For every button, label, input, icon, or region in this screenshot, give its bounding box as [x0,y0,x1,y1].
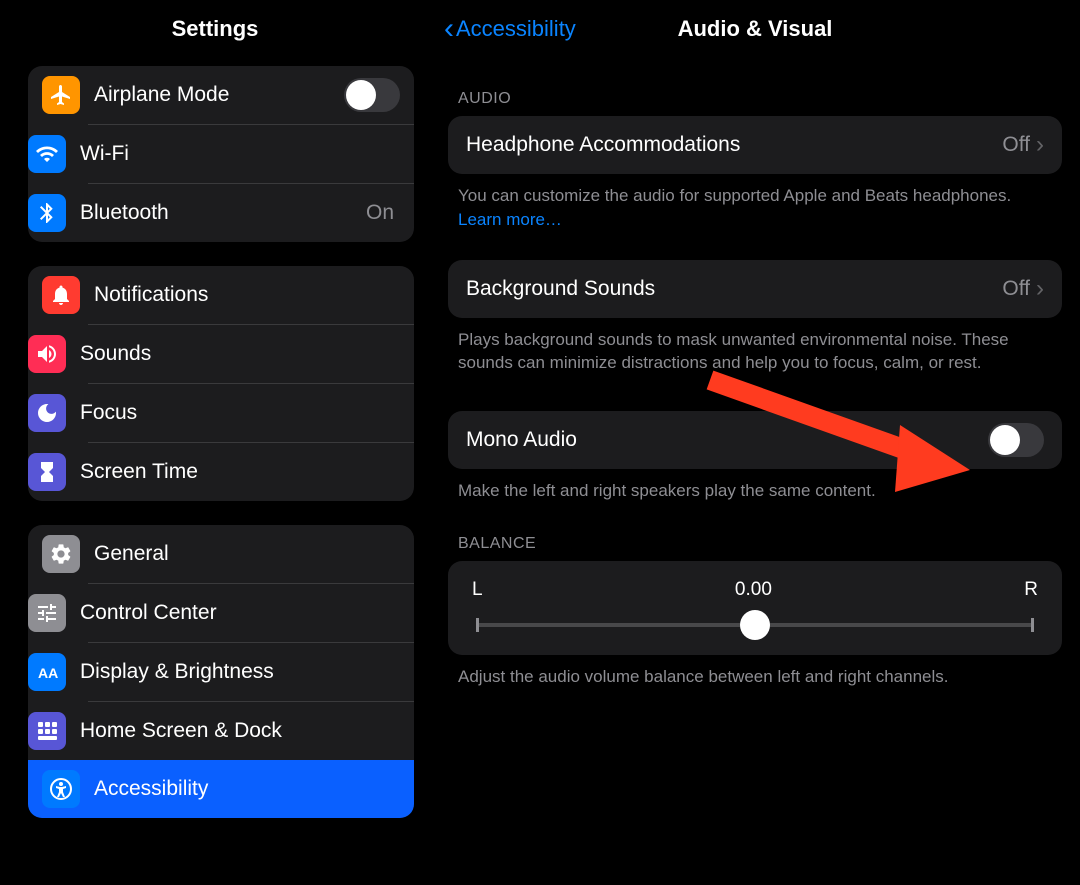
chevron-right-icon: › [1036,133,1044,157]
settings-group-notifications: Notifications Sounds Focus Screen Time [28,266,414,501]
accessibility-label: Accessibility [94,777,400,801]
airplane-icon [42,76,80,114]
homescreen-row[interactable]: Home Screen & Dock [88,701,414,760]
balance-control: L 0.00 R [448,561,1062,655]
notifications-row[interactable]: Notifications [28,266,414,324]
hourglass-icon [28,453,66,491]
background-footer: Plays background sounds to mask unwanted… [458,328,1052,376]
detail-panel: ‹ Accessibility Audio & Visual AUDIO Hea… [430,0,1080,885]
wifi-row[interactable]: Wi-Fi [88,124,414,183]
sliders-icon [28,594,66,632]
display-label: Display & Brightness [80,660,400,684]
headphone-footer: You can customize the audio for supporte… [458,184,1052,232]
focus-row[interactable]: Focus [88,383,414,442]
chevron-left-icon: ‹ [444,14,454,44]
mono-label: Mono Audio [466,428,988,452]
notifications-label: Notifications [94,283,400,307]
headphone-value: Off [1002,133,1030,157]
focus-label: Focus [80,401,400,425]
audio-section-header: AUDIO [458,90,1052,108]
mono-group: Mono Audio [448,411,1062,469]
accessibility-icon [42,770,80,808]
bluetooth-value: On [366,201,394,225]
wifi-icon [28,135,66,173]
general-label: General [94,542,400,566]
screentime-label: Screen Time [80,460,400,484]
general-row[interactable]: General [28,525,414,583]
background-label: Background Sounds [466,277,1002,301]
balance-footer: Adjust the audio volume balance between … [458,665,1052,689]
airplane-label: Airplane Mode [94,83,344,107]
back-label: Accessibility [456,16,576,42]
controlcenter-label: Control Center [80,601,400,625]
settings-group-connectivity: Airplane Mode Wi-Fi Bluetooth On [28,66,414,242]
screentime-row[interactable]: Screen Time [88,442,414,501]
settings-title: Settings [0,16,430,42]
controlcenter-row[interactable]: Control Center [88,583,414,642]
accessibility-row[interactable]: Accessibility [28,760,414,818]
sounds-label: Sounds [80,342,400,366]
headphone-group: Headphone Accommodations Off › [448,116,1062,174]
airplane-toggle[interactable] [344,78,400,112]
gear-icon [42,535,80,573]
background-group: Background Sounds Off › [448,260,1062,318]
bell-icon [42,276,80,314]
bluetooth-icon [28,194,66,232]
balance-thumb[interactable] [740,610,770,640]
balance-l-label: L [472,579,483,601]
moon-icon [28,394,66,432]
background-sounds-row[interactable]: Background Sounds Off › [448,260,1062,318]
bluetooth-label: Bluetooth [80,201,366,225]
learn-more-link[interactable]: Learn more… [458,210,562,229]
balance-value: 0.00 [735,579,772,601]
display-row[interactable]: AA Display & Brightness [88,642,414,701]
speaker-icon [28,335,66,373]
bluetooth-row[interactable]: Bluetooth On [88,183,414,242]
sounds-row[interactable]: Sounds [88,324,414,383]
grid-icon [28,712,66,750]
background-value: Off [1002,277,1030,301]
balance-r-label: R [1024,579,1038,601]
homescreen-label: Home Screen & Dock [80,719,400,743]
headphone-row[interactable]: Headphone Accommodations Off › [448,116,1062,174]
settings-panel: Settings Airplane Mode Wi-Fi Bluetooth O… [0,0,430,885]
airplane-mode-row[interactable]: Airplane Mode [28,66,414,124]
svg-text:AA: AA [38,665,58,681]
mono-audio-row[interactable]: Mono Audio [448,411,1062,469]
balance-section-header: BALANCE [458,535,1052,553]
wifi-label: Wi-Fi [80,142,400,166]
text-size-icon: AA [28,653,66,691]
back-button[interactable]: ‹ Accessibility [444,14,576,44]
detail-title: Audio & Visual [678,16,833,42]
headphone-label: Headphone Accommodations [466,133,1002,157]
mono-toggle[interactable] [988,423,1044,457]
chevron-right-icon: › [1036,277,1044,301]
settings-group-general: General Control Center AA Display & Brig… [28,525,414,818]
balance-slider[interactable] [476,623,1034,627]
mono-footer: Make the left and right speakers play th… [458,479,1052,503]
